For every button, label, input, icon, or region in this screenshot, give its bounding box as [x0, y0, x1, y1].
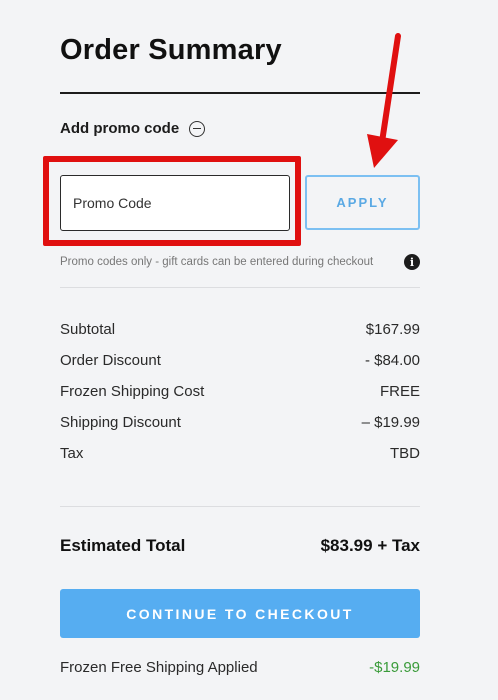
info-icon[interactable]: i [404, 254, 420, 270]
promo-note-text: Promo codes only - gift cards can be ent… [60, 256, 374, 268]
line-item-label: Subtotal [60, 321, 116, 338]
annotation-arrow-icon [367, 33, 401, 168]
line-item-value: FREE [379, 383, 420, 400]
promo-code-input[interactable] [60, 175, 290, 231]
line-item-value: $167.99 [365, 321, 420, 338]
line-item-order-discount: Order Discount - $84.00 [60, 345, 420, 376]
line-item-value: TBD [390, 445, 420, 462]
section-divider [60, 287, 420, 288]
shipping-applied-row: Frozen Free Shipping Applied -$19.99 [60, 659, 420, 676]
line-item-label: Frozen Shipping Cost [60, 383, 205, 400]
minus-circle-icon[interactable] [189, 120, 206, 137]
shipping-applied-label: Frozen Free Shipping Applied [60, 659, 258, 676]
page-title: Order Summary [60, 34, 282, 66]
line-item-shipping-discount: Shipping Discount – $19.99 [60, 407, 420, 438]
promo-note-row: Promo codes only - gift cards can be ent… [60, 254, 420, 270]
estimated-total-row: Estimated Total $83.99 + Tax [60, 536, 420, 556]
estimated-total-value: $83.99 + Tax [320, 536, 420, 555]
line-item-value: – $19.99 [361, 414, 420, 431]
estimated-total-label: Estimated Total [60, 536, 186, 555]
add-promo-code-label: Add promo code [60, 120, 180, 137]
totals-divider [60, 506, 420, 507]
apply-promo-button[interactable]: APPLY [305, 175, 420, 230]
line-items-list: Subtotal $167.99 Order Discount - $84.00… [60, 314, 420, 469]
line-item-label: Shipping Discount [60, 414, 181, 431]
add-promo-code-toggle[interactable]: Add promo code [60, 120, 206, 137]
line-item-label: Order Discount [60, 352, 161, 369]
shipping-applied-amount: -$19.99 [369, 659, 420, 676]
line-item-frozen-shipping-cost: Frozen Shipping Cost FREE [60, 376, 420, 407]
line-item-tax: Tax TBD [60, 438, 420, 469]
continue-to-checkout-button[interactable]: CONTINUE TO CHECKOUT [60, 589, 420, 638]
line-item-subtotal: Subtotal $167.99 [60, 314, 420, 345]
line-item-value: - $84.00 [364, 352, 420, 369]
line-item-label: Tax [60, 445, 84, 462]
